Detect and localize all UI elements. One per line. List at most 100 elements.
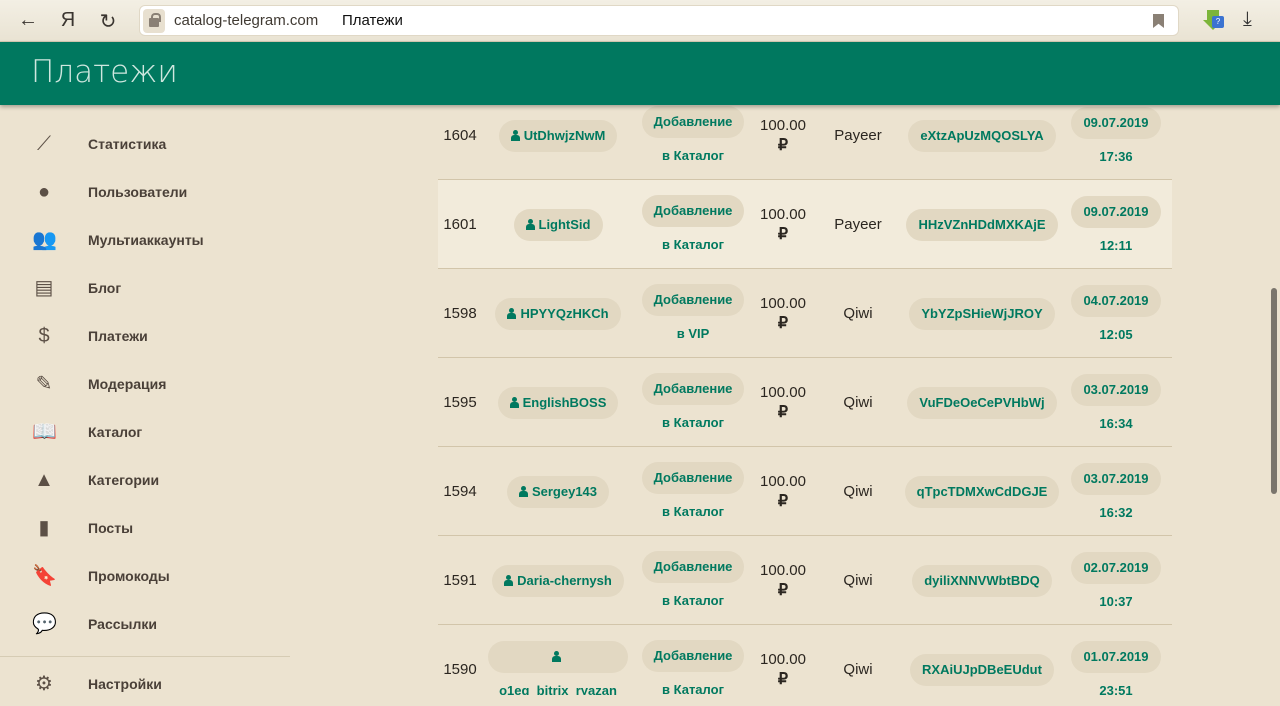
payment-type-target: в VIP — [676, 326, 710, 341]
trending-icon: ⟋ — [37, 133, 51, 155]
table-row[interactable]: 1595 EnglishBOSS Добавление в Каталог 100… — [438, 358, 1172, 447]
sidebar-item-label: Статистика — [88, 136, 167, 152]
page-title-text: Платежи — [342, 12, 403, 29]
user-icon — [509, 396, 519, 408]
payment-type-chip[interactable]: Добавление — [641, 462, 745, 494]
transaction-code-chip[interactable]: dyiliXNNVWbtBDQ — [912, 564, 1052, 597]
lock-icon[interactable] — [143, 9, 165, 33]
time-text: 16:32 — [1099, 505, 1133, 520]
payment-type-target: в Каталог — [662, 504, 724, 519]
payment-type-chip[interactable]: Добавление — [641, 551, 745, 583]
payment-method: Qiwi — [843, 661, 873, 678]
sidebar-item-8[interactable]: ▮ Посты — [0, 506, 290, 550]
date-chip[interactable]: 02.07.2019 — [1071, 552, 1161, 584]
sidebar-item-3[interactable]: ▤ Блог — [0, 266, 290, 310]
bookmark-icon[interactable] — [1153, 14, 1164, 28]
download-icon[interactable]: ⤓ — [1243, 8, 1252, 31]
transaction-code-chip[interactable]: eXtzApUzMQOSLYA — [908, 119, 1056, 152]
sidebar-item-5[interactable]: ✎ Модерация — [0, 362, 290, 406]
table-row[interactable]: 1604 UtDhwjzNwM Добавление в Каталог 100.… — [438, 105, 1172, 180]
sidebar-item-label: Каталог — [88, 424, 143, 440]
user-chip[interactable]: LightSid — [513, 208, 603, 241]
payment-type-chip[interactable]: Добавление — [641, 195, 745, 227]
user-chip[interactable]: UtDhwjzNwM — [498, 119, 618, 152]
transaction-code-chip[interactable]: VuFDeOeCePVHbWj — [907, 386, 1057, 419]
payment-id: 1601 — [443, 216, 477, 233]
book-open-icon: 📖 — [32, 421, 57, 443]
user-link: UtDhwjzNwM — [523, 127, 606, 143]
transaction-code-chip[interactable]: YbYZpSHieWjJROY — [909, 297, 1055, 330]
payment-type-chip[interactable]: Добавление — [641, 373, 745, 405]
sidebar-item-label: Модерация — [88, 376, 167, 392]
user-chip[interactable]: Sergey143 — [506, 475, 610, 508]
sidebar-item-2[interactable]: 👥 Мультиаккаунты — [0, 218, 290, 262]
amount: 100.00 — [760, 294, 806, 312]
sidebar-item-9[interactable]: 🔖 Промокоды — [0, 554, 290, 598]
payment-id: 1604 — [443, 127, 477, 144]
user-chip[interactable]: Daria-chernysh — [492, 564, 624, 597]
ruble-icon: ₽ — [777, 225, 789, 243]
amount: 100.00 — [760, 561, 806, 579]
payment-type-chip[interactable]: Добавление — [641, 106, 745, 138]
payment-type-chip[interactable]: Добавление — [641, 640, 745, 672]
ruble-icon: ₽ — [777, 670, 789, 688]
payment-type-target: в Каталог — [662, 682, 724, 695]
transaction-code-chip[interactable]: HHzVZnHDdMXKAjE — [906, 208, 1058, 241]
date-chip[interactable]: 04.07.2019 — [1071, 285, 1161, 317]
transaction-code-chip[interactable]: qTpcTDMXwCdDGJE — [904, 475, 1060, 508]
user-icon — [525, 218, 535, 230]
sidebar-item-0[interactable]: ⟋ Статистика — [0, 122, 290, 166]
account-circle-icon: ● — [37, 181, 51, 203]
amount: 100.00 — [760, 383, 806, 401]
book-icon: ▮ — [38, 517, 50, 539]
table-row[interactable]: 1591 Daria-chernysh Добавление в Каталог … — [438, 536, 1172, 625]
payment-type-target: в Каталог — [662, 237, 724, 252]
user-icon — [518, 485, 528, 497]
reload-button[interactable]: ↻ — [96, 9, 120, 34]
user-link: Daria-chernysh — [517, 572, 612, 588]
gear-icon: ⚙ — [35, 673, 53, 695]
time-text: 16:34 — [1099, 416, 1133, 431]
sidebar-item-label: Пользователи — [88, 184, 188, 200]
payment-type-chip[interactable]: Добавление — [641, 284, 745, 316]
date-chip[interactable]: 09.07.2019 — [1071, 107, 1161, 139]
payment-type-target: в Каталог — [662, 415, 724, 430]
user-icon — [510, 129, 520, 141]
user-link[interactable]: o1eg_bitrix_ryazan — [499, 683, 617, 695]
sidebar-item-10[interactable]: 💬 Рассылки — [0, 602, 290, 646]
sidebar-item-label: Посты — [88, 520, 134, 536]
transaction-code-chip[interactable]: RXAiUJpDBeEUdut — [910, 653, 1054, 686]
table-row[interactable]: 1590 o1eg_bitrix_ryazan Добавление в Ката… — [438, 625, 1172, 695]
date-chip[interactable]: 09.07.2019 — [1071, 196, 1161, 228]
yandex-button[interactable]: Я — [56, 9, 80, 32]
payment-method: Qiwi — [843, 394, 873, 411]
address-bar[interactable]: catalog-telegram.com Платежи — [139, 5, 1179, 36]
payment-method: Qiwi — [843, 572, 873, 589]
payment-id: 1591 — [443, 572, 477, 589]
table-row[interactable]: 1601 LightSid Добавление в Каталог 100.00… — [438, 180, 1172, 269]
sidebar-item-label: Категории — [88, 472, 160, 488]
sidebar-item-7[interactable]: ▲ Категории — [0, 458, 290, 502]
sidebar-item-4[interactable]: $ Платежи — [0, 314, 290, 358]
date-chip[interactable]: 01.07.2019 — [1071, 641, 1161, 673]
payment-id: 1590 — [443, 661, 477, 678]
sidebar-item-6[interactable]: 📖 Каталог — [0, 410, 290, 454]
table-row[interactable]: 1594 Sergey143 Добавление в Каталог 100.0… — [438, 447, 1172, 536]
user-chip[interactable] — [488, 641, 628, 673]
sidebar-item-11[interactable]: ⚙ Настройки — [0, 662, 290, 706]
date-chip[interactable]: 03.07.2019 — [1071, 374, 1161, 406]
date-chip[interactable]: 03.07.2019 — [1071, 463, 1161, 495]
user-chip[interactable]: EnglishBOSS — [497, 386, 619, 419]
time-text: 23:51 — [1099, 683, 1133, 695]
user-link: Sergey143 — [531, 483, 598, 499]
user-chip[interactable]: HPYYQzHKCh — [495, 297, 621, 330]
back-button[interactable]: ← — [16, 9, 40, 32]
payment-method: Payeer — [834, 127, 882, 144]
scrollbar[interactable] — [1271, 288, 1277, 494]
ruble-icon: ₽ — [777, 136, 789, 154]
sidebar-item-1[interactable]: ● Пользователи — [0, 170, 290, 214]
browser-toolbar: ← Я ↻ catalog-telegram.com Платежи ? ⤓ — [0, 0, 1280, 42]
table-row[interactable]: 1598 HPYYQzHKCh Добавление в VIP 100.00 ₽ … — [438, 269, 1172, 358]
amount: 100.00 — [760, 650, 806, 668]
payment-method: Qiwi — [843, 305, 873, 322]
